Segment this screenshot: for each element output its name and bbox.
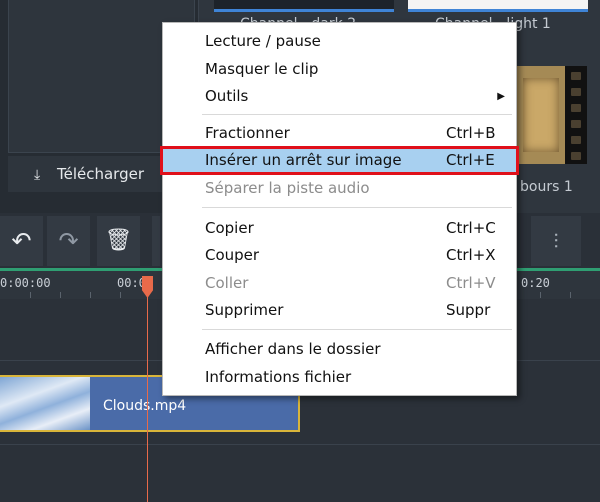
menu-item-detach-audio: Séparer la piste audio xyxy=(162,176,517,201)
thumbnail-channel-light-1[interactable] xyxy=(408,0,588,12)
menu-item-copy[interactable]: Copier Ctrl+C xyxy=(162,216,517,241)
thumbnail-label-tambours: bours 1 xyxy=(520,179,573,195)
timecode-label: 00:0 xyxy=(117,276,146,290)
menu-item-shortcut: Suppr xyxy=(446,301,491,319)
undo-button[interactable]: ↶ xyxy=(0,216,43,266)
menu-item-shortcut: Ctrl+B xyxy=(446,124,496,142)
menu-item-shortcut: Ctrl+C xyxy=(446,219,496,237)
audio-mixer-button[interactable]: ⫶ xyxy=(531,216,581,266)
menu-item-label: Outils xyxy=(205,87,249,105)
menu-item-delete[interactable]: Supprimer Suppr xyxy=(162,298,517,323)
menu-item-cut[interactable]: Couper Ctrl+X xyxy=(162,243,517,268)
timecode-label: 0:00:00 xyxy=(0,276,51,290)
menu-item-label: Copier xyxy=(205,219,254,237)
menu-item-shortcut: Ctrl+E xyxy=(446,151,495,169)
menu-item-shortcut: Ctrl+V xyxy=(446,274,496,292)
toolbar-button-partial[interactable] xyxy=(152,216,160,266)
ruler-tick xyxy=(540,292,541,298)
submenu-arrow-icon: ▶ xyxy=(497,91,505,102)
redo-icon: ↷ xyxy=(58,227,79,255)
menu-item-label: Masquer le clip xyxy=(205,60,319,78)
menu-item-shortcut: Ctrl+X xyxy=(446,246,496,264)
ruler-tick xyxy=(90,292,91,298)
download-icon: ⤓ xyxy=(34,167,41,183)
menu-item-label: Supprimer xyxy=(205,301,284,319)
menu-separator xyxy=(202,114,512,115)
thumbnail-tambours-1[interactable] xyxy=(517,66,587,164)
film-frame-image xyxy=(523,78,559,152)
menu-item-label: Lecture / pause xyxy=(205,32,321,50)
menu-item-play-pause[interactable]: Lecture / pause xyxy=(162,29,517,54)
track-divider xyxy=(0,444,600,445)
delete-button[interactable]: 🗑 xyxy=(97,216,140,266)
trash-icon: 🗑 xyxy=(104,228,133,253)
mixer-icon: ⫶ xyxy=(553,229,559,253)
menu-item-label: Coller xyxy=(205,274,249,292)
menu-item-tools[interactable]: Outils ▶ xyxy=(162,84,517,109)
menu-separator xyxy=(202,207,512,208)
menu-item-show-in-folder[interactable]: Afficher dans le dossier xyxy=(162,337,517,362)
menu-item-file-info[interactable]: Informations fichier xyxy=(162,365,517,390)
playhead-line[interactable] xyxy=(147,285,148,502)
ruler-tick xyxy=(60,292,61,298)
ruler-tick xyxy=(30,292,31,298)
menu-item-split[interactable]: Fractionner Ctrl+B xyxy=(162,121,517,146)
menu-item-label: Insérer un arrêt sur image xyxy=(205,151,402,169)
ruler-tick xyxy=(120,292,121,298)
menu-item-label: Séparer la piste audio xyxy=(205,179,370,197)
ruler-tick xyxy=(570,292,571,298)
clip-thumbnail xyxy=(0,377,90,430)
download-label: Télécharger xyxy=(57,165,145,183)
menu-item-label: Afficher dans le dossier xyxy=(205,340,381,358)
menu-item-label: Informations fichier xyxy=(205,368,352,386)
timecode-label: 0:20 xyxy=(521,276,550,290)
film-strip xyxy=(565,66,587,164)
menu-item-label: Couper xyxy=(205,246,260,264)
menu-separator xyxy=(202,329,512,330)
undo-icon: ↶ xyxy=(11,227,32,255)
menu-item-insert-freeze-frame[interactable]: Insérer un arrêt sur image Ctrl+E xyxy=(160,146,519,175)
menu-item-paste: Coller Ctrl+V xyxy=(162,271,517,296)
clip-name: Clouds.mp4 xyxy=(103,398,187,414)
menu-item-label: Fractionner xyxy=(205,124,290,142)
menu-item-hide-clip[interactable]: Masquer le clip xyxy=(162,57,517,82)
redo-button[interactable]: ↷ xyxy=(47,216,90,266)
thumbnail-channel-dark-2[interactable] xyxy=(214,0,394,12)
